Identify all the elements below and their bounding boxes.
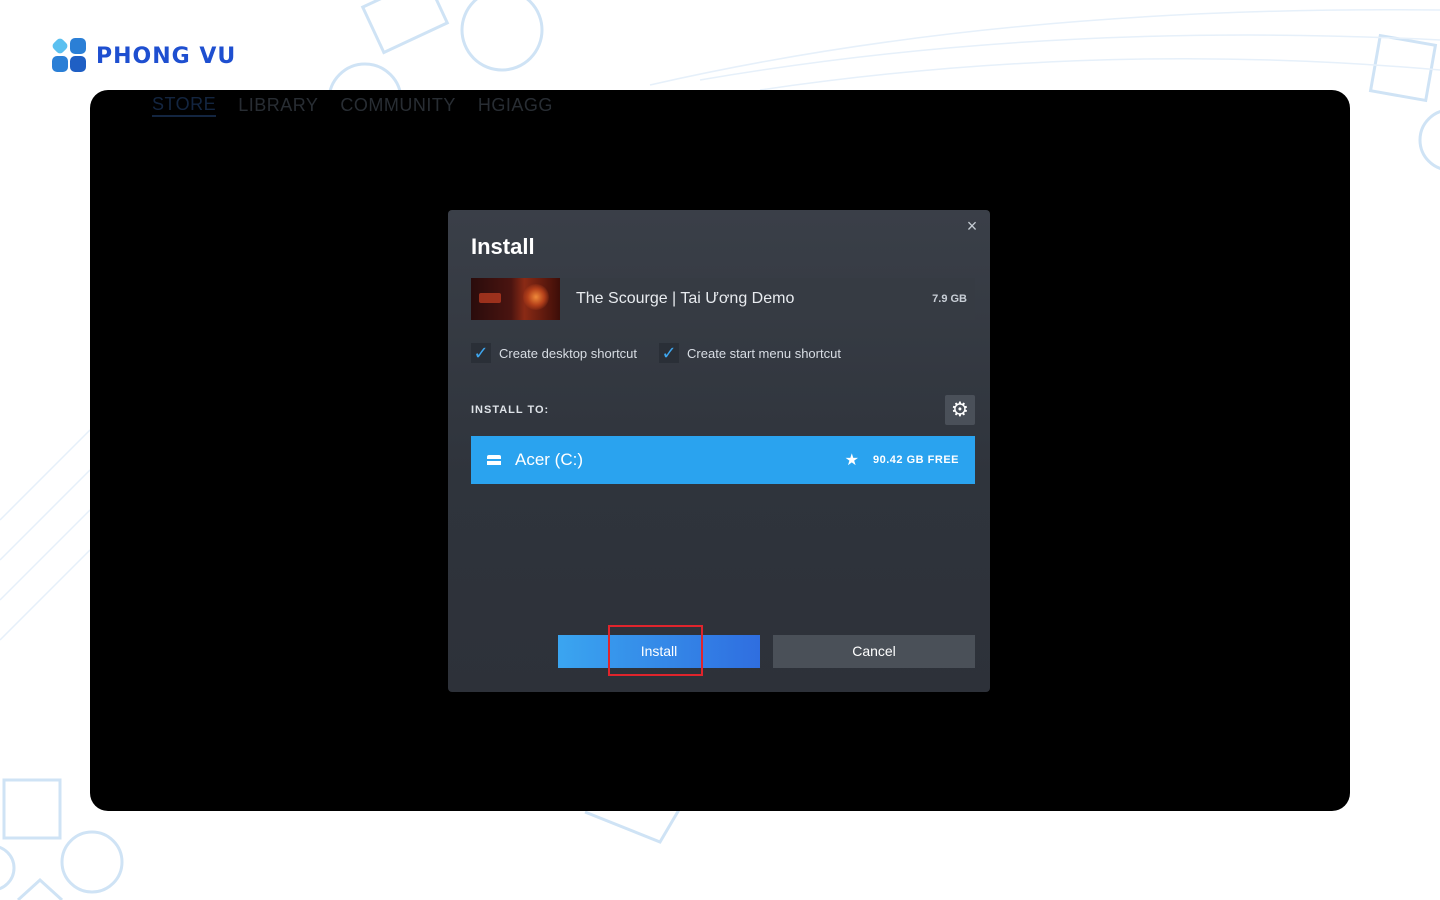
game-row: The Scourge | Tai Ương Demo 7.9 GB — [471, 278, 975, 320]
page: PHONG VU STORE LIBRARY COMMUNITY HGIAGG … — [0, 0, 1440, 900]
drive-name: Acer (C:) — [515, 450, 583, 469]
nav-profile[interactable]: HGIAGG — [478, 95, 553, 116]
dialog-title: Install — [471, 234, 535, 259]
cancel-button[interactable]: Cancel — [773, 635, 975, 668]
install-to-label: INSTALL TO: — [471, 404, 550, 416]
desktop-shortcut-label: Create desktop shortcut — [499, 345, 638, 361]
shortcut-options: ✓ Create desktop shortcut ✓ Create start… — [471, 342, 841, 364]
drive-free-space: 90.42 GB FREE — [873, 454, 959, 466]
install-dialog: × Install The Scourge | Tai Ương Demo 7.… — [448, 210, 990, 692]
install-button[interactable]: Install — [558, 635, 760, 668]
checkmark-icon[interactable]: ✓ — [471, 343, 491, 363]
game-thumbnail — [471, 278, 560, 320]
screenshot-frame: STORE LIBRARY COMMUNITY HGIAGG × Install… — [90, 90, 1350, 811]
brand-mark-icon — [50, 36, 88, 74]
brand-name: PHONG VU — [96, 43, 237, 69]
checkmark-icon[interactable]: ✓ — [659, 343, 680, 363]
drive-icon — [487, 455, 501, 465]
brand-logo: PHONG VU — [50, 36, 237, 74]
start-menu-shortcut-label: Create start menu shortcut — [687, 345, 841, 361]
desktop-shortcut-checkbox[interactable]: ✓ Create desktop shortcut — [471, 342, 637, 364]
star-icon: ★ — [844, 452, 860, 469]
nav-store[interactable]: STORE — [152, 94, 217, 117]
gear-icon[interactable]: ⚙ — [945, 395, 975, 425]
steam-top-nav: STORE LIBRARY COMMUNITY HGIAGG — [152, 90, 553, 125]
drive-option[interactable]: Acer (C:) ★ 90.42 GB FREE — [471, 436, 975, 484]
game-size: 7.9 GB — [932, 293, 967, 305]
close-icon[interactable]: × — [962, 216, 982, 236]
nav-library[interactable]: LIBRARY — [238, 95, 318, 116]
nav-community[interactable]: COMMUNITY — [340, 95, 456, 116]
start-menu-shortcut-checkbox[interactable]: ✓ Create start menu shortcut — [659, 342, 841, 364]
game-name: The Scourge | Tai Ương Demo — [576, 290, 795, 307]
